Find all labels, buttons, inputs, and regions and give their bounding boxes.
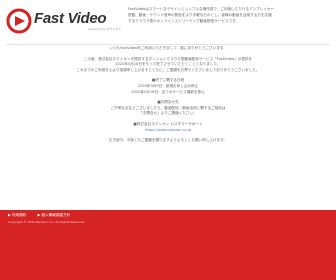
header-description: FastVideoはスマートなデザインとシンプルな操作感で、ご利用いただけるアン… [128,6,328,24]
footer-nav: ▶ 利用規約 ▶ 個人情報保護方針 [8,213,80,218]
copyright: Copyright © 2020 Nexsion Inc. All Rights… [8,220,86,224]
page-footer: ▶ 利用規約 ▶ 個人情報保護方針 Copyright © 2020 Nexsi… [0,210,336,280]
header-divider [6,44,330,45]
closing-line: 引き続き、今後ともご愛顧を賜りますようよろしくお願い申し上げます。 [109,138,227,143]
logo-text: Fast Video [34,10,107,27]
logo-subtitle: powered by ネクシオン [88,27,122,31]
privacy-link[interactable]: ▶ 個人情報保護方針 [37,213,70,217]
notice-content: いつもFastVideoをご利用いただきまして、誠にありがとうございます。 この… [14,46,322,144]
page-header: Fast Video powered by ネクシオン FastVideoはスマ… [0,0,336,42]
fast-video-logo[interactable]: Fast Video powered by ネクシオン [6,8,126,38]
header-desc-line: するクラウド型のオンラインストリーミング動画配信サービスです。 [128,19,239,23]
terms-link[interactable]: ▶ 利用規約 [8,213,26,217]
logo-mark-icon [6,8,32,34]
